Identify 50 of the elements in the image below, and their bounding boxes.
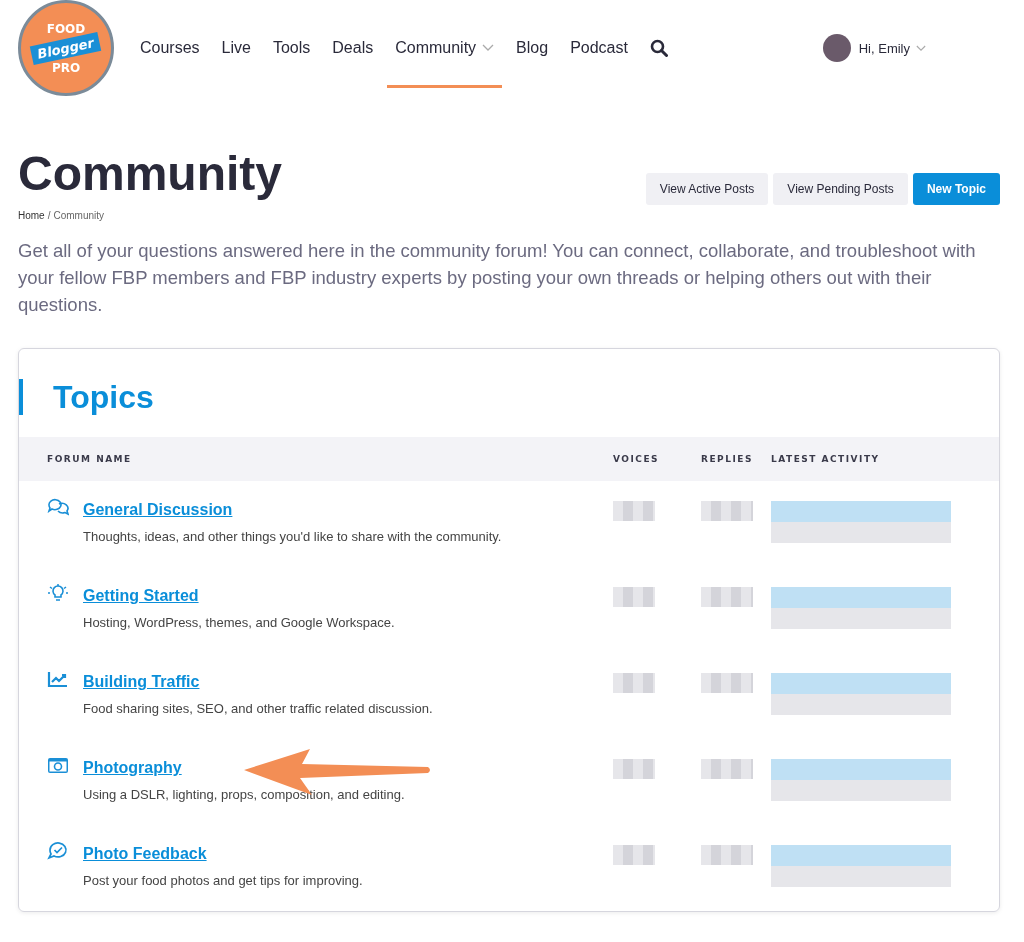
section-title: Topics <box>19 379 999 415</box>
breadcrumb-item: Community <box>53 210 105 221</box>
blurred-cell <box>613 759 655 779</box>
nav-link[interactable]: Blog <box>508 8 557 88</box>
forum-description: Food sharing sites, SEO, and other traffic related discussion. <box>83 701 434 716</box>
camera-icon <box>47 756 69 774</box>
nav-link[interactable]: Tools <box>264 8 319 88</box>
forum-link[interactable]: Photo Feedback <box>83 845 207 863</box>
forum-description: Hosting, WordPress, themes, and Google Workspace. <box>83 615 396 630</box>
breadcrumb-item[interactable]: Home <box>18 210 45 221</box>
forum-link[interactable]: Building Traffic <box>83 673 200 691</box>
column-header: LATEST ACTIVITY <box>771 454 881 464</box>
light-bulb-icon <box>47 583 69 603</box>
column-header: REPLIES <box>701 454 754 464</box>
nav-link[interactable]: Community <box>387 8 503 88</box>
page-title: Community <box>18 146 282 202</box>
column-header: FORUM NAME <box>46 454 133 464</box>
forum-link[interactable]: General Discussion <box>83 501 233 519</box>
line-chart-icon <box>47 670 69 688</box>
forum-link[interactable]: Photography <box>83 759 182 777</box>
caret-icon <box>916 44 926 52</box>
blurred-cell <box>701 587 753 607</box>
blurred-cell <box>701 673 753 693</box>
blurred-cell <box>701 759 753 779</box>
nav-link[interactable]: Courses <box>132 8 208 88</box>
blurred-cell <box>613 845 655 865</box>
forum-description: Using a DSLR, lighting, props, composition, and editing. <box>83 787 406 802</box>
nav-link[interactable]: Deals <box>324 8 382 88</box>
forum-description: Post your food photos and get tips for improving. <box>83 873 364 888</box>
blurred-cell <box>613 501 655 521</box>
nav-link[interactable]: Live <box>213 8 259 88</box>
blurred-cell <box>613 587 655 607</box>
action-button[interactable]: View Pending Posts <box>773 173 908 205</box>
intro-text: Get all of your questions answered here in the community forum! You can connect, collaborate, and troubleshoot with your fellow FBP members and FBP industry experts by posting your own threads or helping others out with their questions. <box>18 239 977 317</box>
check-bubble-icon <box>47 841 69 861</box>
forum-link[interactable]: Getting Started <box>83 587 199 605</box>
logo[interactable]: FOOD Blogger PRO <box>18 0 114 96</box>
action-button[interactable]: View Active Posts <box>645 173 769 205</box>
avatar[interactable] <box>822 34 851 62</box>
blurred-cell <box>701 501 753 521</box>
search-icon[interactable] <box>649 39 668 57</box>
breadcrumb-separator: / <box>47 210 51 221</box>
chat-bubbles-icon <box>47 498 69 516</box>
user-menu[interactable]: Hi, Emily <box>858 40 926 56</box>
blurred-cell <box>701 845 753 865</box>
column-header: VOICES <box>613 454 661 464</box>
nav-link[interactable]: Podcast <box>562 8 636 88</box>
action-button[interactable]: New Topic <box>912 173 1000 205</box>
forum-description: Thoughts, ideas, and other things you'd like to share with the community. <box>83 529 503 544</box>
blurred-cell <box>613 673 655 693</box>
